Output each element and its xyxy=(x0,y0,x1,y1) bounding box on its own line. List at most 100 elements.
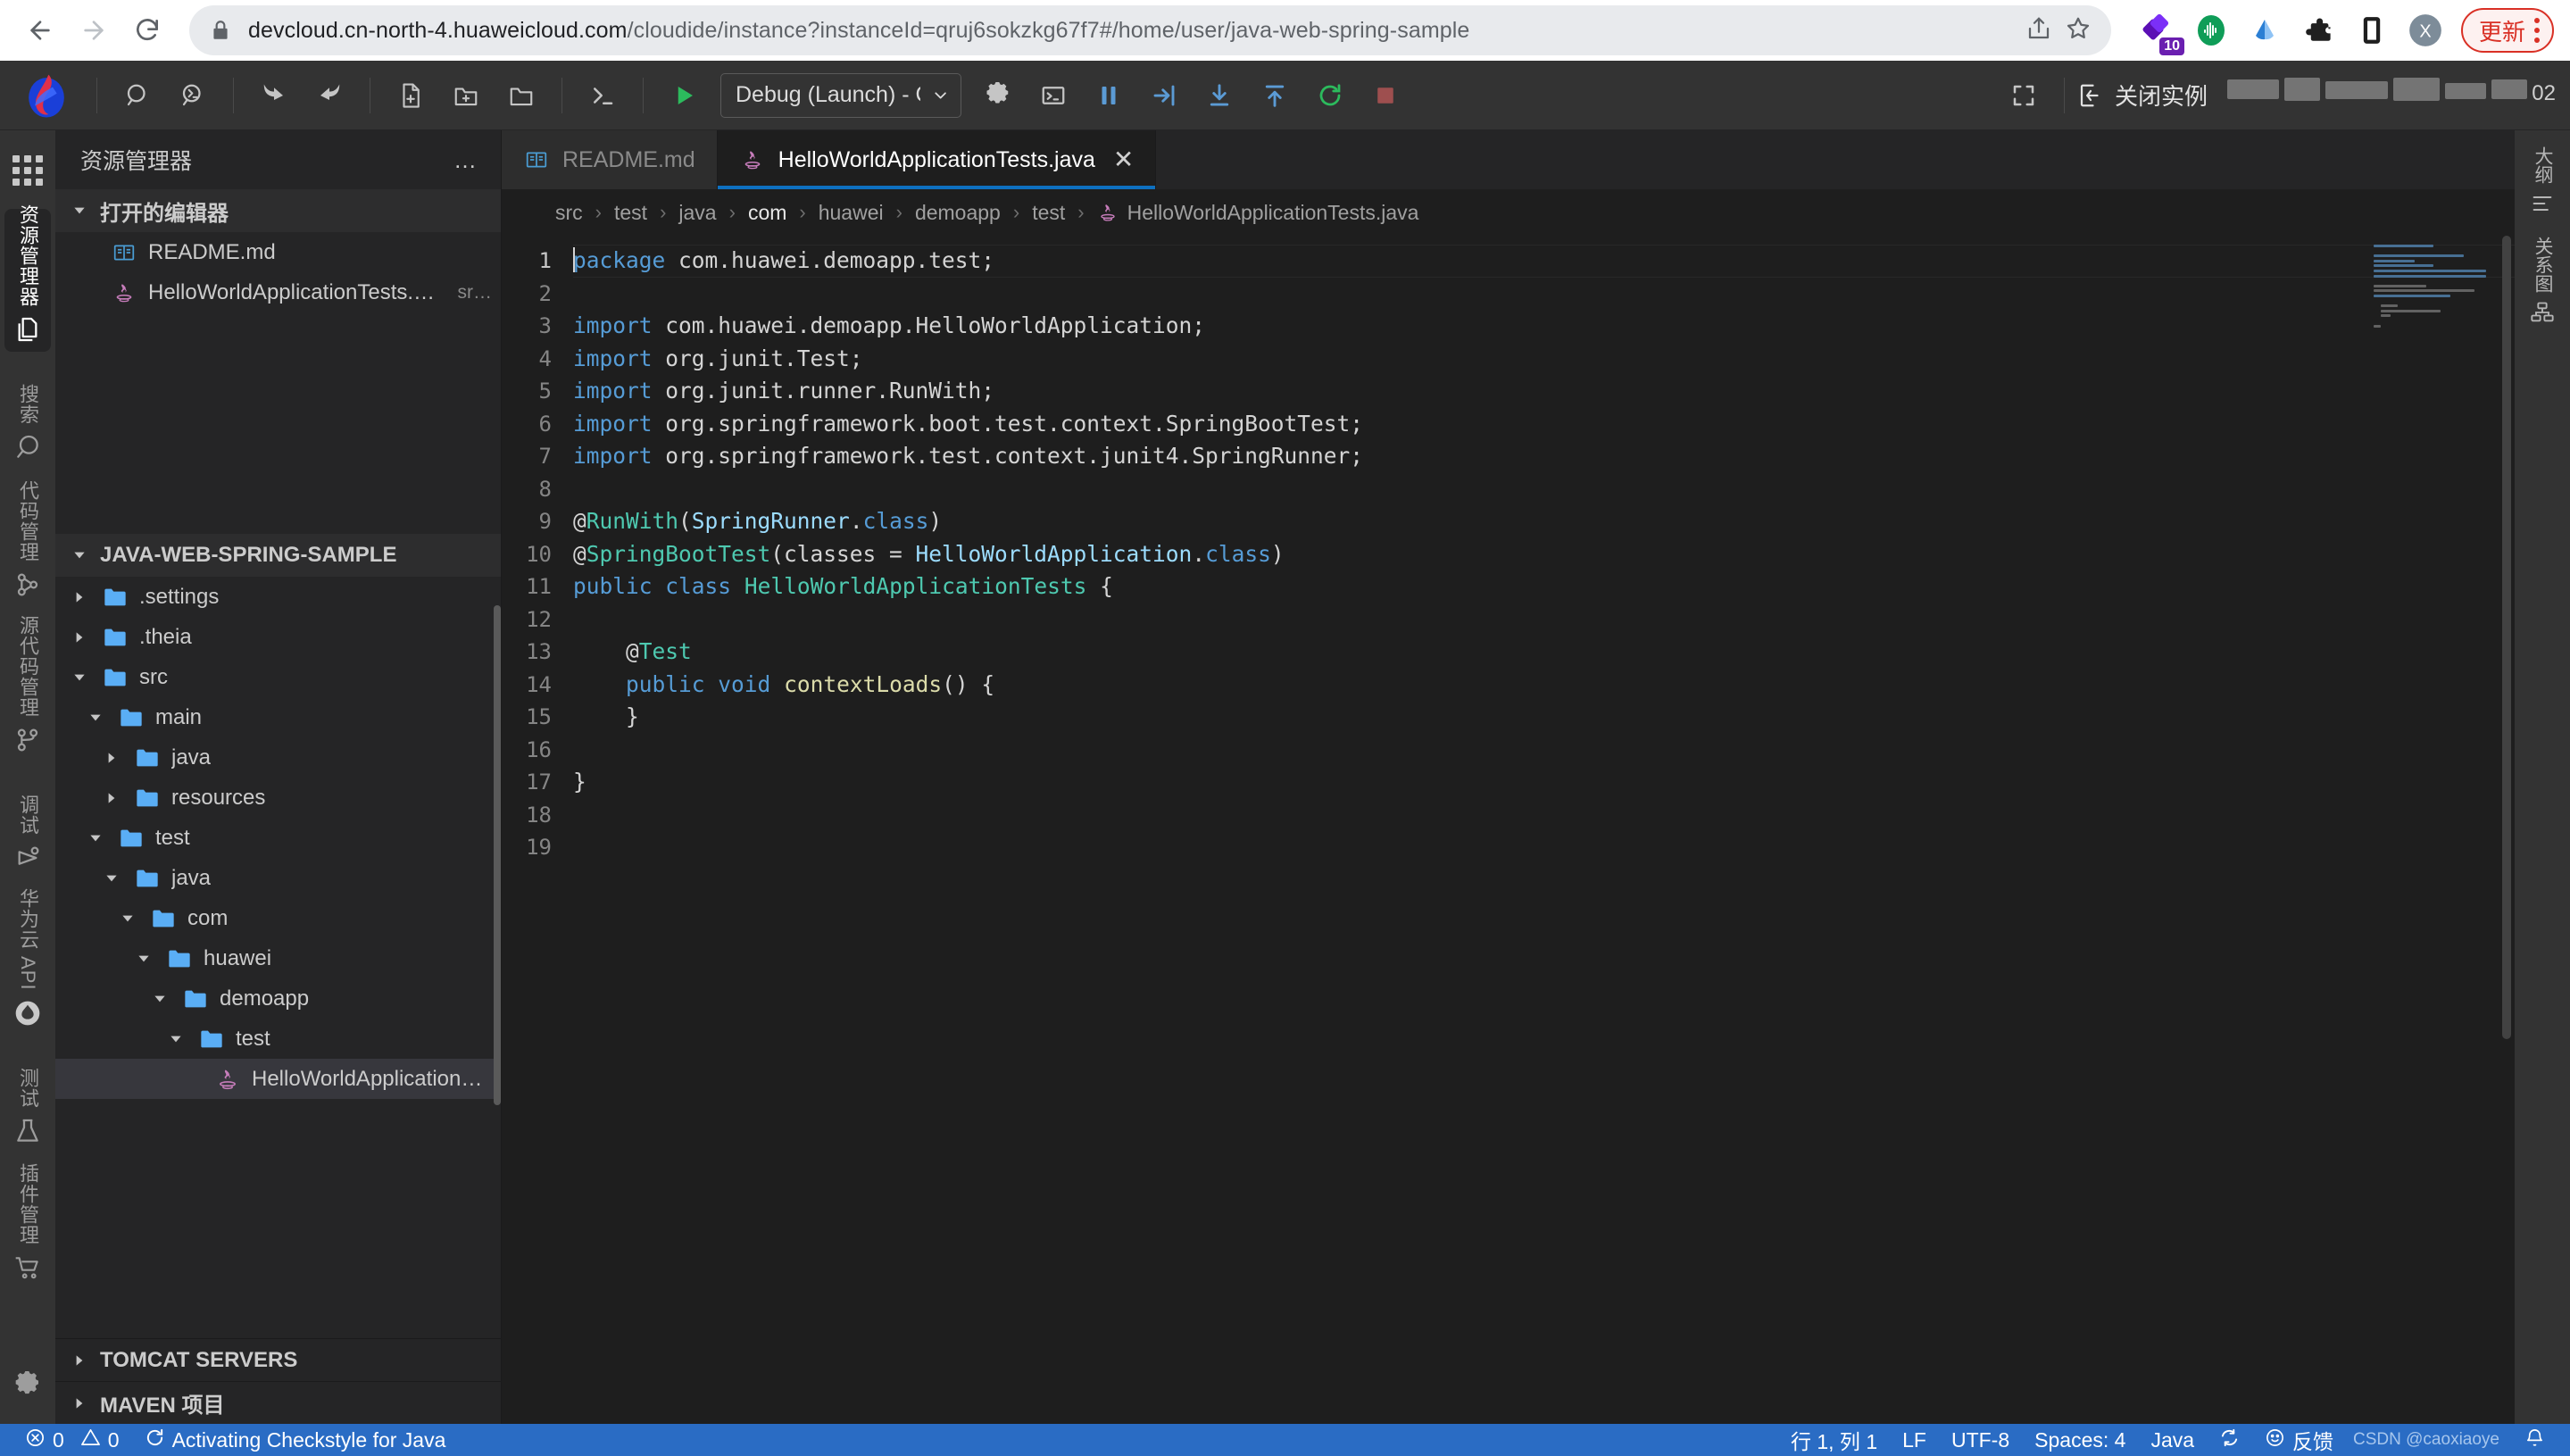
debug-pause-button[interactable] xyxy=(1086,73,1131,118)
code-line[interactable]: public void contextLoads() { xyxy=(573,669,2515,702)
code-line[interactable]: import org.junit.Test; xyxy=(573,343,2515,376)
code-line[interactable] xyxy=(573,734,2515,767)
tree-folder-row[interactable]: test xyxy=(55,1019,501,1059)
breadcrumb-item[interactable]: HelloWorldApplicationTests.java xyxy=(1095,201,1421,225)
new-folder-button[interactable] xyxy=(444,73,488,118)
rail-item-outline[interactable]: 大纲 xyxy=(2529,146,2556,220)
debug-step-over-button[interactable] xyxy=(1142,73,1186,118)
browser-reload-button[interactable] xyxy=(123,6,171,54)
browser-menu-icon[interactable] xyxy=(2534,18,2540,43)
browser-back-button[interactable] xyxy=(16,6,64,54)
status-problems[interactable]: 0 0 xyxy=(12,1427,132,1453)
redo-button[interactable] xyxy=(307,73,352,118)
code-line[interactable] xyxy=(573,278,2515,311)
tree-folder-row[interactable]: main xyxy=(55,697,501,737)
code-line[interactable]: @SpringBootTest(classes = HelloWorldAppl… xyxy=(573,538,2515,571)
status-feedback[interactable]: 反馈 xyxy=(2252,1425,2346,1455)
breadcrumb-item[interactable]: java xyxy=(677,201,718,225)
rail-item-diagram[interactable]: 关系图 xyxy=(2529,237,2556,329)
debug-settings-button[interactable] xyxy=(976,73,1020,118)
project-root-header[interactable]: JAVA-WEB-SPRING-SAMPLE xyxy=(55,534,501,577)
sidebar-item-code-manage[interactable]: 代码管理 xyxy=(4,482,51,606)
section-tomcat-servers[interactable]: TOMCAT SERVERS xyxy=(55,1338,501,1381)
code-line[interactable] xyxy=(573,799,2515,832)
code-line[interactable]: package com.huawei.demoapp.test; xyxy=(573,245,2515,278)
open-editor-readme[interactable]: README.md xyxy=(55,232,501,272)
tree-folder-row[interactable]: src xyxy=(55,657,501,697)
tab-helloworldapplicationtests[interactable]: HelloWorldApplicationTests.java ✕ xyxy=(718,130,1157,189)
code-line[interactable] xyxy=(573,831,2515,864)
sidebar-item-source-control[interactable]: 源代码管理 xyxy=(4,620,51,762)
code-line[interactable] xyxy=(573,473,2515,506)
tree-folder-row[interactable]: test xyxy=(55,818,501,858)
status-cursor-position[interactable]: 行 1, 列 1 xyxy=(1778,1425,1890,1455)
open-editors-header[interactable]: 打开的编辑器 xyxy=(55,189,501,232)
tree-folder-row[interactable]: .theia xyxy=(55,617,501,657)
tree-folder-row[interactable]: resources xyxy=(55,778,501,818)
new-file-button[interactable] xyxy=(388,73,433,118)
green-audio-extension-icon[interactable] xyxy=(2192,11,2231,50)
debug-console-button[interactable] xyxy=(1031,73,1076,118)
code-editor[interactable]: 12345678910111213141516171819 package co… xyxy=(502,236,2515,1424)
command-palette-button[interactable] xyxy=(171,73,215,118)
status-sync[interactable] xyxy=(2207,1427,2252,1453)
browser-forward-button[interactable] xyxy=(70,6,118,54)
tree-folder-row[interactable]: huawei xyxy=(55,938,501,978)
close-instance-button[interactable]: 关闭实例 xyxy=(2077,79,2208,112)
code-line[interactable]: } xyxy=(573,766,2515,799)
code-line[interactable]: import org.springframework.test.context.… xyxy=(573,440,2515,473)
run-debug-button[interactable] xyxy=(661,73,706,118)
status-task[interactable]: Activating Checkstyle for Java xyxy=(132,1427,459,1453)
code-line[interactable]: @Test xyxy=(573,636,2515,669)
status-bell[interactable] xyxy=(2512,1427,2558,1453)
status-eol[interactable]: LF xyxy=(1890,1428,1939,1452)
breadcrumb-item[interactable]: test xyxy=(1030,201,1067,225)
code-line[interactable]: import com.huawei.demoapp.HelloWorldAppl… xyxy=(573,310,2515,343)
explorer-more-actions-icon[interactable]: … xyxy=(453,146,479,174)
breadcrumb-item[interactable]: src xyxy=(553,201,585,225)
code-line[interactable]: import org.springframework.boot.test.con… xyxy=(573,408,2515,441)
blue-drop-extension-icon[interactable] xyxy=(2245,11,2284,50)
share-icon[interactable] xyxy=(2025,15,2052,46)
puzzle-extensions-icon[interactable] xyxy=(2299,11,2338,50)
code-line[interactable]: @RunWith(SpringRunner.class) xyxy=(573,505,2515,538)
undo-button[interactable] xyxy=(252,73,296,118)
close-icon[interactable]: ✕ xyxy=(1113,147,1134,172)
avatar[interactable]: X xyxy=(2406,11,2445,50)
search-button[interactable] xyxy=(115,73,160,118)
breadcrumb-item[interactable]: test xyxy=(612,201,649,225)
tab-readme[interactable]: README.md xyxy=(502,130,718,189)
breadcrumb-item[interactable]: demoapp xyxy=(913,201,1002,225)
code-content[interactable]: package com.huawei.demoapp.test; import … xyxy=(568,236,2515,1424)
sidebar-item-explorer[interactable]: 资源管理器 xyxy=(4,209,51,352)
breadcrumb-item[interactable]: com xyxy=(746,201,788,225)
tree-file-row[interactable]: HelloWorldApplicationTest… xyxy=(55,1059,501,1099)
editor-vertical-scrollbar[interactable] xyxy=(2502,236,2511,1039)
status-indentation[interactable]: Spaces: 4 xyxy=(2022,1428,2138,1452)
reading-mode-icon[interactable] xyxy=(2352,11,2391,50)
code-line[interactable]: import org.junit.runner.RunWith; xyxy=(573,375,2515,408)
sidebar-item-huawei-cloud-api[interactable]: 华为云 API xyxy=(4,893,51,1036)
tree-folder-row[interactable]: .settings xyxy=(55,577,501,617)
section-maven-projects[interactable]: MAVEN 项目 xyxy=(55,1381,501,1424)
sidebar-item-extensions[interactable]: 插件管理 xyxy=(4,1166,51,1290)
debug-step-into-button[interactable] xyxy=(1197,73,1242,118)
tree-folder-row[interactable]: com xyxy=(55,898,501,938)
sidebar-item-search[interactable]: 搜索 xyxy=(4,364,51,470)
code-line[interactable]: public class HelloWorldApplicationTests … xyxy=(573,570,2515,603)
code-line[interactable] xyxy=(573,603,2515,636)
address-bar[interactable]: devcloud.cn-north-4.huaweicloud.com/clou… xyxy=(189,5,2111,55)
update-button[interactable]: 更新 xyxy=(2461,8,2554,53)
tree-folder-row[interactable]: java xyxy=(55,858,501,898)
bookmark-star-icon[interactable] xyxy=(2065,15,2092,46)
debug-step-out-button[interactable] xyxy=(1252,73,1297,118)
explorer-scrollbar[interactable] xyxy=(494,605,501,1105)
status-encoding[interactable]: UTF-8 xyxy=(1939,1428,2022,1452)
terminal-button[interactable] xyxy=(580,73,625,118)
debug-configuration-select[interactable]: Debug (Launch) - Cu xyxy=(720,73,961,118)
sidebar-item-test[interactable]: 测试 xyxy=(4,1048,51,1153)
purple-diamond-extension-icon[interactable]: 10 xyxy=(2138,11,2177,50)
tree-folder-row[interactable]: demoapp xyxy=(55,978,501,1019)
breadcrumb-item[interactable]: huawei xyxy=(817,201,886,225)
open-folder-button[interactable] xyxy=(499,73,544,118)
